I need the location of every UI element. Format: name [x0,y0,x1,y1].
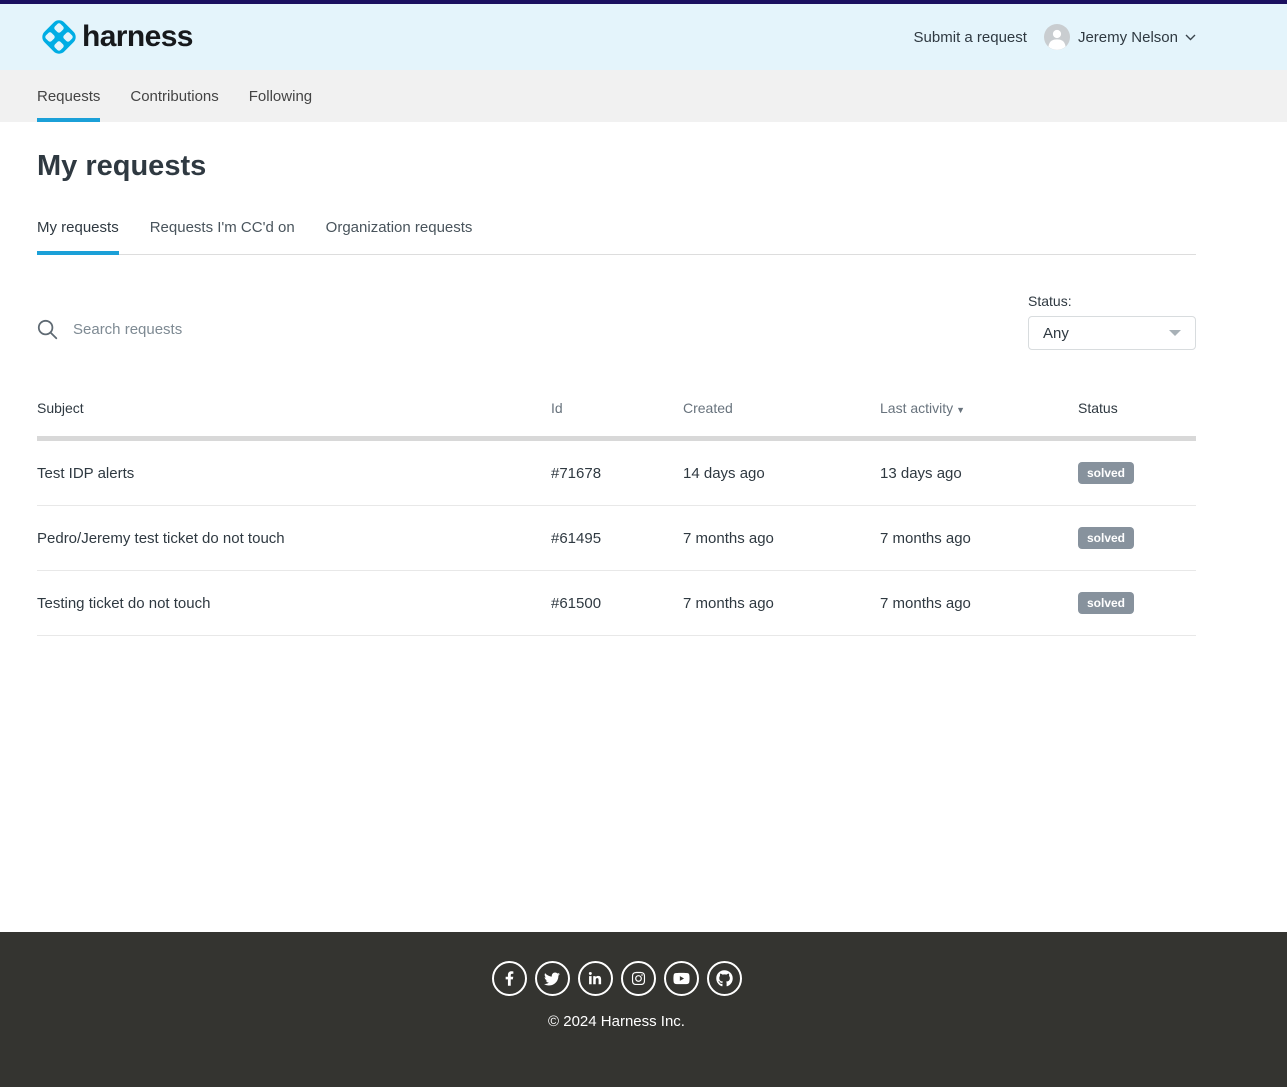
user-name: Jeremy Nelson [1078,29,1178,46]
sort-desc-icon: ▼ [956,405,965,415]
instagram-icon[interactable] [621,961,656,996]
select-caret-icon [1169,330,1181,336]
search-input[interactable] [71,320,491,339]
cell-created: 14 days ago [683,439,880,506]
logo-wordmark: harness [82,20,193,54]
chevron-down-icon [1185,34,1196,41]
submit-request-link[interactable]: Submit a request [914,29,1027,46]
status-label: Status: [1028,293,1196,309]
cell-status: solved [1078,571,1196,636]
column-header-subject: Subject [37,400,551,439]
cell-status: solved [1078,506,1196,571]
cell-id: #61500 [551,571,683,636]
cell-status: solved [1078,439,1196,506]
subtab-my-requests[interactable]: My requests [37,219,119,254]
twitter-icon[interactable] [535,961,570,996]
youtube-icon[interactable] [664,961,699,996]
cell-subject[interactable]: Pedro/Jeremy test ticket do not touch [37,506,551,571]
table-row[interactable]: Pedro/Jeremy test ticket do not touch #6… [37,506,1196,571]
harness-logo[interactable]: harness [37,15,193,59]
nav-tab-requests[interactable]: Requests [37,70,100,122]
site-header: harness Submit a request Jeremy Nelson [0,4,1287,70]
cell-id: #61495 [551,506,683,571]
subtab-ccd-requests[interactable]: Requests I'm CC'd on [150,219,295,254]
harness-logo-icon [37,15,81,59]
table-row[interactable]: Test IDP alerts #71678 14 days ago 13 da… [37,439,1196,506]
status-badge: solved [1078,462,1134,484]
user-menu[interactable]: Jeremy Nelson [1044,24,1196,50]
github-icon[interactable] [707,961,742,996]
search-box [37,319,491,340]
cell-created: 7 months ago [683,506,880,571]
filters-row: Status: Any [37,293,1196,350]
status-badge: solved [1078,527,1134,549]
cell-subject[interactable]: Test IDP alerts [37,439,551,506]
main-nav: Requests Contributions Following [0,70,1287,122]
table-row[interactable]: Testing ticket do not touch #61500 7 mon… [37,571,1196,636]
facebook-icon[interactable] [492,961,527,996]
social-links [37,961,1196,996]
main-content: My requests My requests Requests I'm CC'… [37,122,1196,932]
table-header-row: Subject Id Created Last activity▼ Status [37,400,1196,439]
status-badge: solved [1078,592,1134,614]
cell-created: 7 months ago [683,571,880,636]
status-select-value: Any [1043,325,1069,342]
column-header-created[interactable]: Created [683,400,880,439]
status-filter: Status: Any [1028,293,1196,350]
cell-last-activity: 7 months ago [880,506,1078,571]
cell-id: #71678 [551,439,683,506]
column-header-status: Status [1078,400,1196,439]
column-header-id[interactable]: Id [551,400,683,439]
page-title: My requests [37,150,1196,183]
nav-tab-contributions[interactable]: Contributions [130,70,218,122]
cell-last-activity: 7 months ago [880,571,1078,636]
site-footer: © 2024 Harness Inc. [0,932,1287,1087]
status-select[interactable]: Any [1028,316,1196,350]
nav-tab-following[interactable]: Following [249,70,312,122]
linkedin-icon[interactable] [578,961,613,996]
requests-table: Subject Id Created Last activity▼ Status… [37,400,1196,636]
cell-last-activity: 13 days ago [880,439,1078,506]
subtab-organization-requests[interactable]: Organization requests [326,219,473,254]
cell-subject[interactable]: Testing ticket do not touch [37,571,551,636]
search-icon [37,319,71,340]
avatar [1044,24,1070,50]
column-header-last-activity[interactable]: Last activity▼ [880,400,1078,439]
copyright-text: © 2024 Harness Inc. [37,1013,1196,1030]
request-subtabs: My requests Requests I'm CC'd on Organiz… [37,219,1196,255]
